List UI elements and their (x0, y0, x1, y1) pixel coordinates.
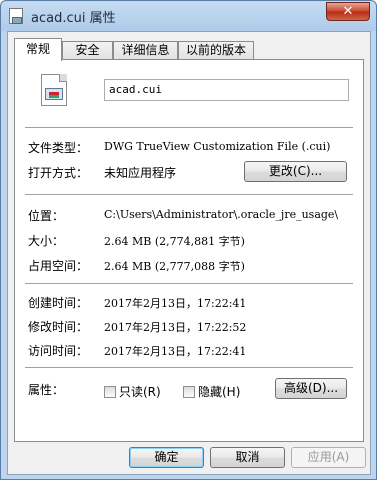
change-button[interactable]: 更改(C)... (244, 161, 347, 182)
size-on-disk-value: 2.64 MB (2,777,088 字节) (104, 260, 245, 273)
checkbox-box[interactable] (183, 386, 195, 398)
apply-button[interactable]: 应用(A) (291, 447, 366, 468)
checkbox-box[interactable] (104, 386, 116, 398)
divider (25, 283, 353, 285)
readonly-label: 只读(R) (119, 385, 161, 399)
modified-label: 修改时间： (28, 320, 89, 334)
opens-with-value: 未知应用程序 (104, 166, 177, 180)
file-type-label: 文件类型： (28, 141, 89, 155)
location-label: 位置： (28, 209, 65, 223)
accessed-value: 2017年2月13日，17:22:41 (104, 345, 247, 358)
accessed-label: 访问时间： (28, 344, 89, 358)
window-title: acad.cui 属性 (31, 11, 116, 26)
attributes-label: 属性： (28, 383, 65, 397)
readonly-checkbox[interactable]: 只读(R) (104, 383, 161, 399)
size-label: 大小： (28, 234, 65, 248)
properties-dialog: acad.cui 属性 ✕ 常规 安全 详细信息 以前的版本 acad.cui … (0, 0, 377, 480)
size-value: 2.64 MB (2,774,881 字节) (104, 235, 245, 248)
advanced-button[interactable]: 高级(D)... (275, 378, 347, 399)
divider (25, 127, 353, 129)
size-on-disk-label: 占用空间： (28, 259, 89, 273)
ok-button[interactable]: 确定 (129, 447, 204, 468)
tab-security[interactable]: 安全 (62, 41, 113, 60)
created-value: 2017年2月13日，17:22:41 (104, 297, 247, 310)
tab-previous-versions[interactable]: 以前的版本 (178, 41, 254, 60)
close-button[interactable]: ✕ (326, 2, 370, 21)
location-value: C:\Users\Administrator\.oracle_jre_usage… (104, 208, 339, 221)
opens-with-label: 打开方式： (28, 166, 89, 180)
general-tab-panel: acad.cui 文件类型： DWG TrueView Customizatio… (14, 59, 364, 442)
divider (25, 194, 353, 196)
modified-value: 2017年2月13日，17:22:52 (104, 321, 247, 334)
tab-general[interactable]: 常规 (14, 38, 62, 61)
dialog-client-area: 常规 安全 详细信息 以前的版本 acad.cui 文件类型： DWG True… (7, 31, 371, 475)
app-badge-icon (45, 88, 63, 100)
file-icon (9, 8, 23, 24)
file-name-input[interactable]: acad.cui (104, 79, 349, 101)
file-type-value: DWG TrueView Customization File (.cui) (104, 140, 331, 153)
created-label: 创建时间： (28, 296, 89, 310)
tab-details[interactable]: 详细信息 (113, 41, 178, 60)
hidden-checkbox[interactable]: 隐藏(H) (183, 383, 240, 399)
hidden-label: 隐藏(H) (198, 385, 241, 399)
document-icon (41, 74, 67, 106)
divider (25, 367, 353, 369)
cancel-button[interactable]: 取消 (210, 447, 285, 468)
title-bar[interactable]: acad.cui 属性 ✕ (1, 1, 376, 31)
